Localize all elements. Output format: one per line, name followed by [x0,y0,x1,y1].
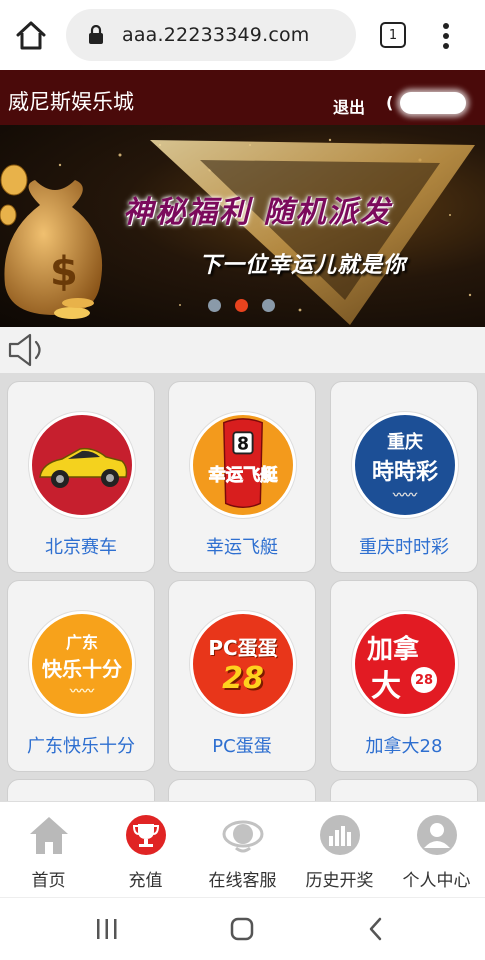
game-card-guangdong[interactable]: 广东 快乐十分 〰〰 广东快乐十分 [7,580,155,772]
nav-label: 历史开奖 [305,871,374,891]
game-card-chongqing-ssc[interactable]: 重庆 時時彩 〰〰 重庆时时彩 [330,381,478,573]
site-title: 威尼斯娱乐城 [8,90,134,114]
svg-text:$: $ [50,249,78,295]
game-card-canada-28[interactable]: 加拿 大 28 加拿大28 [330,580,478,772]
banner-headline: 神秘福利 随机派发 [123,195,392,230]
badge-number: 28 [411,667,437,693]
race-car-icon [29,412,135,518]
home-icon [29,817,68,854]
nav-customer-service[interactable]: 在线客服 [194,814,291,894]
game-label: 广东快乐十分 [27,736,135,757]
badge-line2: 時時彩 [371,459,438,485]
nav-label: 在线客服 [208,871,277,891]
history-chart-icon [319,815,360,855]
system-home-icon[interactable] [227,914,257,944]
game-card-beijing-race[interactable]: 北京赛车 [7,381,155,573]
badge-line2: 快乐十分 [42,657,122,681]
back-icon[interactable] [362,914,392,944]
customer-service-icon [222,820,263,853]
carousel-dot[interactable] [208,299,221,312]
game-card-lucky-boat[interactable]: 8 幸运飞艇 幸运飞艇 [168,381,316,573]
nav-profile[interactable]: 个人中心 [388,814,485,894]
game-card-partial[interactable] [7,779,155,801]
user-icon [416,815,457,855]
promo-banner[interactable]: $ 神秘福利 随机派发 下一位幸运儿就是你 [0,125,485,327]
game-label: 幸运飞艇 [206,537,278,558]
nav-label: 首页 [31,871,66,891]
badge-line1: 重庆 [386,431,423,453]
lock-icon [89,25,103,44]
game-label: 重庆时时彩 [359,537,449,558]
game-label: PC蛋蛋 [212,736,272,757]
game-grid: 北京赛车 8 幸运飞艇 幸运飞艇 重庆 時時彩 〰〰 重庆时时彩 广东 快乐十分… [0,373,485,801]
speaker-icon[interactable] [6,332,46,368]
bottom-nav: 首页 充值 在线客服 历史开奖 个人中心 [0,801,485,897]
banner-subline: 下一位幸运儿就是你 [199,253,407,278]
address-bar[interactable]: aaa.22233349.com [66,9,356,61]
carousel-dot-active[interactable] [235,299,248,312]
logout-link[interactable]: 退出 [333,94,365,118]
canada-28-icon: 加拿 大 28 [352,611,458,717]
game-card-pc-egg[interactable]: PC蛋蛋 28 PC蛋蛋 [168,580,316,772]
trophy-icon [125,815,166,855]
user-name-prefix: ( [386,93,394,112]
carousel-dots [208,299,275,312]
home-icon[interactable] [14,19,48,53]
carousel-dot[interactable] [262,299,275,312]
game-label: 加拿大28 [365,736,443,757]
badge-line2: 大 [371,669,401,704]
pc-egg-icon: PC蛋蛋 28 [190,611,296,717]
url-text: aaa.22233349.com [122,24,310,46]
game-card-partial[interactable] [330,779,478,801]
recent-apps-icon[interactable] [92,914,122,944]
game-label: 北京赛车 [45,537,117,558]
badge-line2: 28 [222,661,264,696]
browser-toolbar: aaa.22233349.com 1 [0,0,485,70]
nav-label: 个人中心 [402,871,471,891]
guangdong-happy-ten-icon: 广东 快乐十分 〰〰 [29,611,135,717]
more-options-icon[interactable] [436,20,456,52]
badge-line1: 广东 [65,633,98,652]
nav-recharge[interactable]: 充值 [97,814,194,894]
game-card-partial[interactable] [168,779,316,801]
nav-label: 充值 [128,871,163,891]
redacted-username [400,92,466,114]
nav-history[interactable]: 历史开奖 [291,814,388,894]
speedboat-icon: 8 幸运飞艇 [190,412,296,518]
boat-number: 8 [237,435,249,455]
lucky-boat-text: 幸运飞艇 [208,464,278,485]
tab-switcher-button[interactable]: 1 [380,22,406,48]
notice-bar [0,327,485,373]
nav-home[interactable]: 首页 [0,814,97,894]
badge-line1: PC蛋蛋 [208,636,278,660]
chongqing-ssc-icon: 重庆 時時彩 〰〰 [352,412,458,518]
system-nav-bar [0,897,485,960]
site-header: 威尼斯娱乐城 退出 ( [0,70,485,125]
